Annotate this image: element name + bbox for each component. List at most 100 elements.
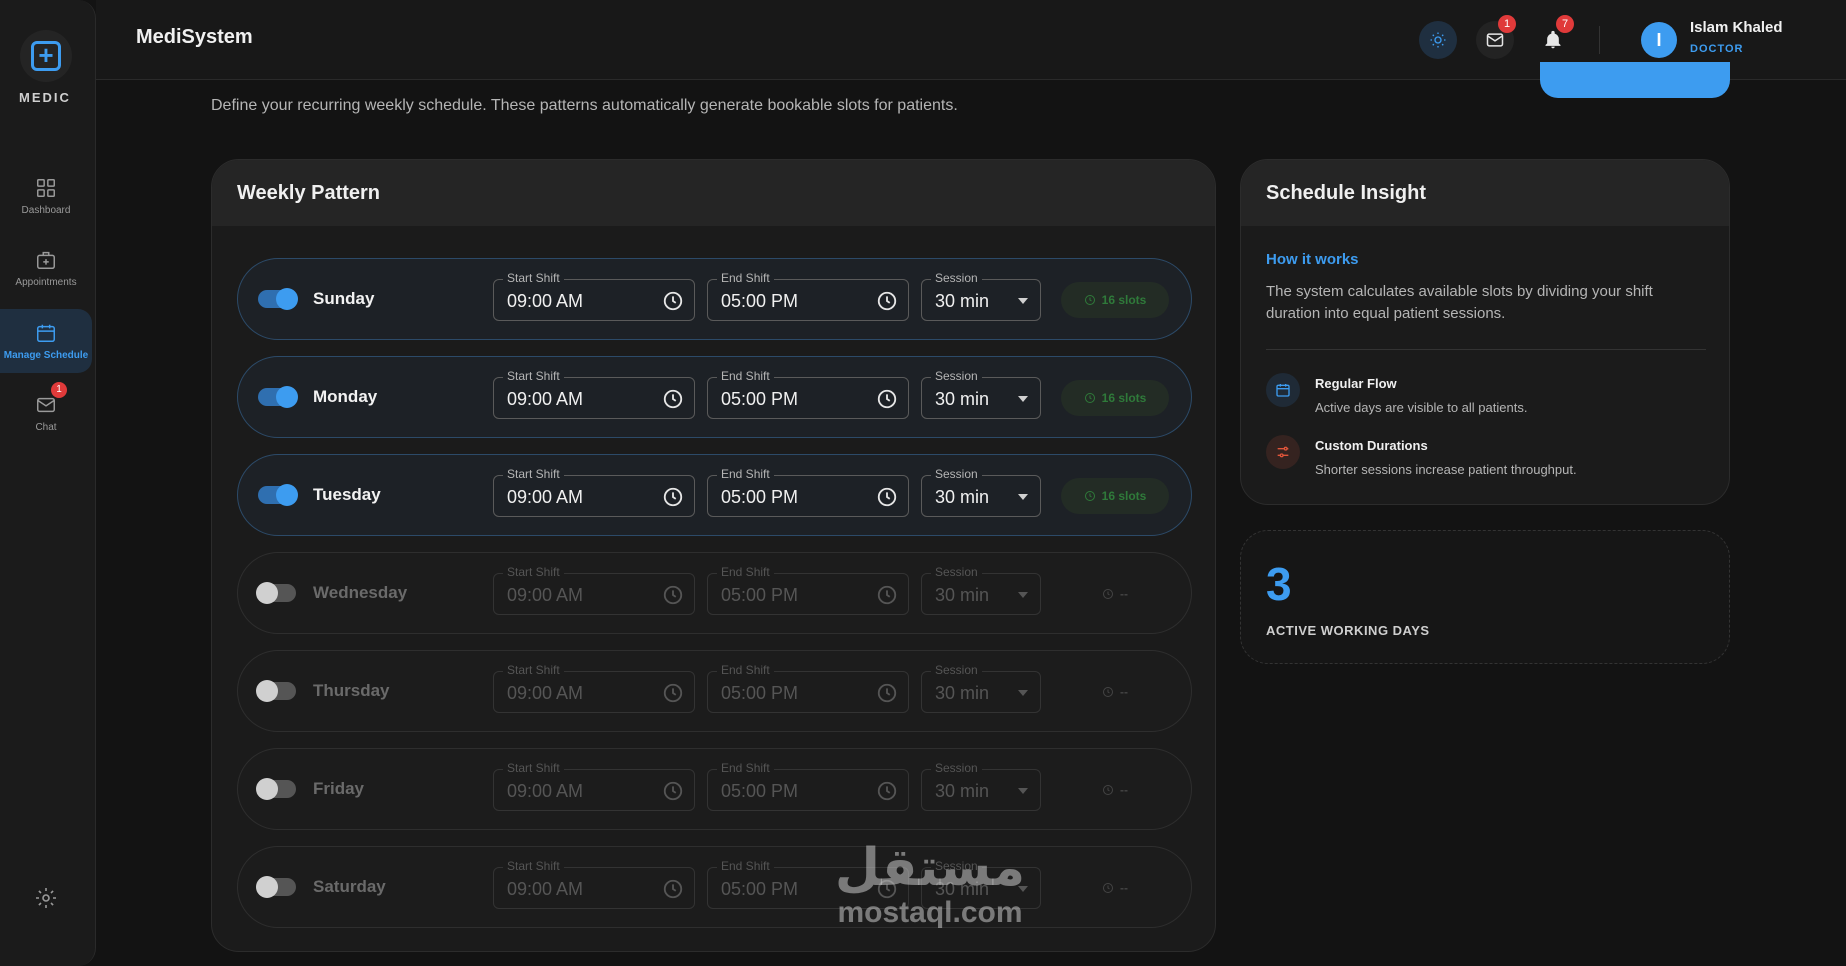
day-row-thursday: Thursday Start Shift 09:00 AM End Shift 05:0… xyxy=(237,650,1192,732)
field-label: Start Shift xyxy=(503,663,564,677)
sidebar-item-dashboard[interactable]: Dashboard xyxy=(0,164,92,228)
field-value: 30 min xyxy=(935,781,990,801)
end-shift-field[interactable]: End Shift 05:00 PM xyxy=(707,467,909,517)
field-label: Start Shift xyxy=(503,565,564,579)
clock-icon[interactable] xyxy=(876,290,898,312)
slots-count: -- xyxy=(1120,587,1128,601)
insight-item-title: Custom Durations xyxy=(1315,438,1428,453)
field-value: 05:00 PM xyxy=(721,683,799,703)
day-name: Friday xyxy=(313,779,365,798)
slots-count: -- xyxy=(1120,783,1128,797)
field-label: Start Shift xyxy=(503,369,564,383)
start-shift-field[interactable]: Start Shift 09:00 AM xyxy=(493,859,695,909)
sidebar-item-manage-schedule[interactable]: Manage Schedule xyxy=(0,309,92,373)
session-select[interactable]: Session 30 min xyxy=(921,565,1041,615)
field-label: End Shift xyxy=(717,369,774,383)
insight-item-title: Regular Flow xyxy=(1315,376,1397,391)
briefcase-medical-icon xyxy=(37,251,55,269)
clock-icon[interactable] xyxy=(876,780,898,802)
end-shift-field[interactable]: End Shift 05:00 PM xyxy=(707,271,909,321)
clock-icon[interactable] xyxy=(662,290,684,312)
notifications-button[interactable]: 7 xyxy=(1534,15,1574,59)
field-value: 09:00 AM xyxy=(507,781,584,801)
day-row-wednesday: Wednesday Start Shift 09:00 AM End Shift 05:… xyxy=(237,552,1192,634)
sidebar: + MEDIC Dashboard Appointments Manage Sc… xyxy=(0,0,96,966)
avatar[interactable]: I xyxy=(1641,22,1677,58)
clock-icon xyxy=(1102,882,1114,894)
clock-icon[interactable] xyxy=(662,584,684,606)
session-select[interactable]: Session 30 min xyxy=(921,467,1041,517)
mail-icon xyxy=(1486,33,1504,47)
calendar-icon xyxy=(37,324,55,342)
end-shift-field[interactable]: End Shift 05:00 PM xyxy=(707,663,909,713)
mail-icon xyxy=(37,397,55,412)
session-select[interactable]: Session 30 min xyxy=(921,761,1041,811)
day-toggle[interactable] xyxy=(256,680,296,702)
sidebar-item-appointments[interactable]: Appointments xyxy=(0,236,92,300)
end-shift-field[interactable]: End Shift 05:00 PM xyxy=(707,565,909,615)
start-shift-field[interactable]: Start Shift 09:00 AM xyxy=(493,761,695,811)
session-select[interactable]: Session 30 min xyxy=(921,271,1041,321)
slots-count: 16 slots xyxy=(1101,293,1147,307)
theme-toggle-button[interactable] xyxy=(1419,21,1457,59)
watermark: مستقل mostaql.com xyxy=(810,840,1050,930)
day-toggle[interactable] xyxy=(256,778,296,800)
slots-badge: 16 slots xyxy=(1061,380,1169,416)
session-select[interactable]: Session 30 min xyxy=(921,369,1041,419)
field-label: Start Shift xyxy=(503,761,564,775)
field-label: Session xyxy=(931,467,982,481)
start-shift-field[interactable]: Start Shift 09:00 AM xyxy=(493,369,695,419)
day-row-friday: Friday Start Shift 09:00 AM End Shift 05:00 … xyxy=(237,748,1192,830)
field-label: Start Shift xyxy=(503,467,564,481)
day-toggle[interactable] xyxy=(258,288,298,310)
gear-icon[interactable] xyxy=(34,886,58,910)
day-row-monday: Monday Start Shift 09:00 AM End Shift 05:00 … xyxy=(237,356,1192,438)
header-divider xyxy=(1599,26,1600,54)
clock-icon[interactable] xyxy=(662,388,684,410)
toggle-knob xyxy=(256,778,278,800)
calendar-icon xyxy=(1266,373,1300,407)
field-value: 30 min xyxy=(935,487,990,507)
clock-icon[interactable] xyxy=(876,584,898,606)
watermark-arabic: مستقل xyxy=(834,838,1026,898)
clock-icon xyxy=(1102,588,1114,600)
clock-icon[interactable] xyxy=(662,780,684,802)
clock-icon[interactable] xyxy=(662,486,684,508)
bell-icon xyxy=(1545,30,1561,49)
sidebar-item-label: Dashboard xyxy=(21,204,71,216)
field-label: Session xyxy=(931,369,982,383)
clock-icon[interactable] xyxy=(876,682,898,704)
clock-icon[interactable] xyxy=(876,486,898,508)
logo[interactable]: + xyxy=(20,30,72,82)
session-select[interactable]: Session 30 min xyxy=(921,663,1041,713)
medical-cross-icon: + xyxy=(31,41,61,71)
day-toggle[interactable] xyxy=(258,386,298,408)
start-shift-field[interactable]: Start Shift 09:00 AM xyxy=(493,271,695,321)
sidebar-item-chat[interactable]: 1 Chat xyxy=(0,381,92,445)
clock-icon[interactable] xyxy=(662,682,684,704)
slots-badge: -- xyxy=(1061,674,1169,710)
insight-item-desc: Active days are visible to all patients. xyxy=(1315,400,1528,415)
start-shift-field[interactable]: Start Shift 09:00 AM xyxy=(493,467,695,517)
day-toggle[interactable] xyxy=(258,484,298,506)
start-shift-field[interactable]: Start Shift 09:00 AM xyxy=(493,565,695,615)
sidebar-item-label: Manage Schedule xyxy=(3,349,89,361)
sliders-icon xyxy=(1266,435,1300,469)
caret-down-icon xyxy=(1018,690,1028,696)
clock-icon[interactable] xyxy=(876,388,898,410)
day-toggle[interactable] xyxy=(256,876,296,898)
messages-button[interactable]: 1 xyxy=(1476,15,1516,59)
day-name: Tuesday xyxy=(313,485,381,504)
field-value: 05:00 PM xyxy=(721,487,799,507)
caret-down-icon xyxy=(1018,298,1028,304)
clock-icon[interactable] xyxy=(662,878,684,900)
slots-badge: 16 slots xyxy=(1061,478,1169,514)
end-shift-field[interactable]: End Shift 05:00 PM xyxy=(707,761,909,811)
end-shift-field[interactable]: End Shift 05:00 PM xyxy=(707,369,909,419)
field-label: End Shift xyxy=(717,761,774,775)
field-value: 09:00 AM xyxy=(507,879,584,899)
day-toggle[interactable] xyxy=(256,582,296,604)
sun-icon xyxy=(1430,32,1446,48)
commit-changes-button[interactable] xyxy=(1540,62,1730,98)
start-shift-field[interactable]: Start Shift 09:00 AM xyxy=(493,663,695,713)
